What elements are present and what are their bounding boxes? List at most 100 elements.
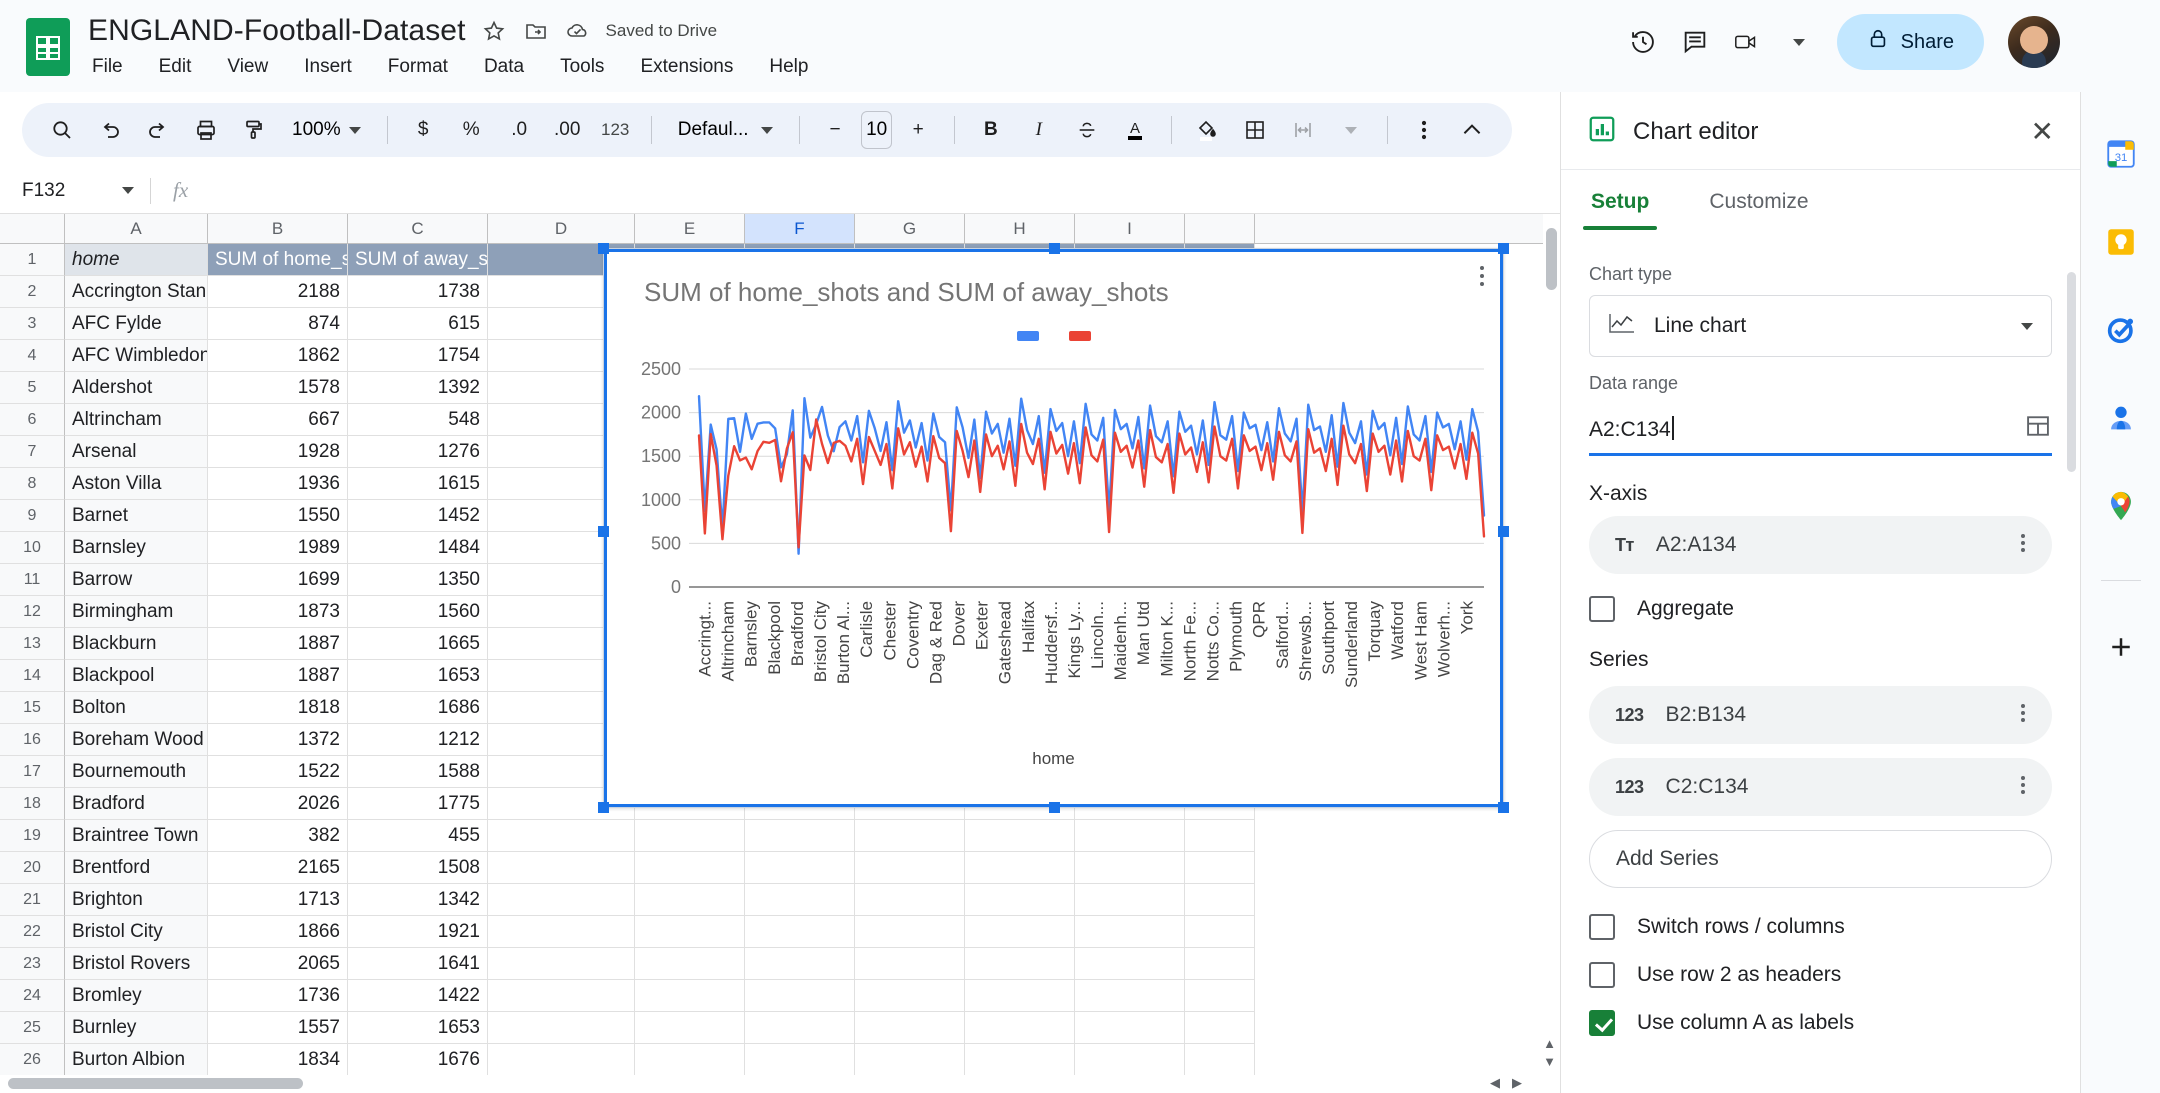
cell-j21[interactable] bbox=[1185, 884, 1255, 916]
row-header-8[interactable]: 8 bbox=[0, 468, 65, 500]
cell-b13[interactable]: 1887 bbox=[208, 628, 348, 660]
legend-swatch-home-shots[interactable] bbox=[1016, 331, 1039, 341]
cell-a21[interactable]: Brighton bbox=[65, 884, 208, 916]
version-history-icon[interactable] bbox=[1629, 28, 1657, 56]
comments-icon[interactable] bbox=[1681, 28, 1709, 56]
chart-line-series-2[interactable] bbox=[697, 418, 1486, 549]
column-header-i[interactable]: I bbox=[1075, 214, 1185, 243]
cell-b4[interactable]: 1862 bbox=[208, 340, 348, 372]
chart-more-options-icon[interactable] bbox=[1479, 265, 1485, 292]
move-to-folder-icon[interactable] bbox=[522, 17, 550, 45]
paint-format-icon[interactable] bbox=[232, 108, 276, 152]
cell-j24[interactable] bbox=[1185, 980, 1255, 1012]
switch-rows-columns-row[interactable]: Switch rows / columns bbox=[1589, 914, 2052, 940]
cell-a18[interactable]: Bradford bbox=[65, 788, 208, 820]
row-header-10[interactable]: 10 bbox=[0, 532, 65, 564]
cell-f20[interactable] bbox=[745, 852, 855, 884]
row-header-12[interactable]: 12 bbox=[0, 596, 65, 628]
resize-handle-ne[interactable] bbox=[1498, 243, 1509, 254]
menu-insert[interactable]: Insert bbox=[300, 54, 356, 80]
cell-a8[interactable]: Aston Villa bbox=[65, 468, 208, 500]
row-header-3[interactable]: 3 bbox=[0, 308, 65, 340]
use-row-2-headers-row[interactable]: Use row 2 as headers bbox=[1589, 962, 2052, 988]
close-icon[interactable]: ✕ bbox=[2031, 117, 2054, 146]
scroll-up-arrow[interactable]: ▲ bbox=[1543, 1036, 1556, 1051]
menu-view[interactable]: View bbox=[223, 54, 272, 80]
row-header-5[interactable]: 5 bbox=[0, 372, 65, 404]
maps-icon[interactable] bbox=[2099, 484, 2143, 528]
legend-swatch-away-shots[interactable] bbox=[1068, 331, 1091, 341]
scroll-right-arrow[interactable]: ▶ bbox=[1512, 1075, 1522, 1091]
italic-button[interactable]: I bbox=[1017, 108, 1061, 152]
print-icon[interactable] bbox=[184, 108, 228, 152]
cell-i23[interactable] bbox=[1075, 948, 1185, 980]
row-header-7[interactable]: 7 bbox=[0, 436, 65, 468]
row-header-23[interactable]: 23 bbox=[0, 948, 65, 980]
cell-f22[interactable] bbox=[745, 916, 855, 948]
cell-b22[interactable]: 1866 bbox=[208, 916, 348, 948]
tasks-icon[interactable] bbox=[2099, 308, 2143, 352]
share-button[interactable]: Share bbox=[1836, 14, 1984, 70]
vertical-scroll-thumb[interactable] bbox=[1546, 228, 1557, 290]
cell-b14[interactable]: 1887 bbox=[208, 660, 348, 692]
cell-j26[interactable] bbox=[1185, 1044, 1255, 1076]
cell-b11[interactable]: 1699 bbox=[208, 564, 348, 596]
cell-c19[interactable]: 455 bbox=[348, 820, 488, 852]
cell-f26[interactable] bbox=[745, 1044, 855, 1076]
cell-d26[interactable] bbox=[488, 1044, 635, 1076]
cell-c21[interactable]: 1342 bbox=[348, 884, 488, 916]
cell-a24[interactable]: Bromley bbox=[65, 980, 208, 1012]
data-range-field[interactable]: A2:C134 bbox=[1589, 404, 2052, 456]
cell-a9[interactable]: Barnet bbox=[65, 500, 208, 532]
row-header-19[interactable]: 19 bbox=[0, 820, 65, 852]
cell-c25[interactable]: 1653 bbox=[348, 1012, 488, 1044]
cell-i22[interactable] bbox=[1075, 916, 1185, 948]
cell-f24[interactable] bbox=[745, 980, 855, 1012]
cell-e23[interactable] bbox=[635, 948, 745, 980]
cell-a26[interactable]: Burton Albion bbox=[65, 1044, 208, 1076]
scroll-down-arrow[interactable]: ▼ bbox=[1543, 1054, 1556, 1069]
cell-c23[interactable]: 1641 bbox=[348, 948, 488, 980]
cell-a12[interactable]: Birmingham bbox=[65, 596, 208, 628]
cell-a7[interactable]: Arsenal bbox=[65, 436, 208, 468]
tab-setup[interactable]: Setup bbox=[1561, 170, 1679, 230]
row-header-15[interactable]: 15 bbox=[0, 692, 65, 724]
cell-b24[interactable]: 1736 bbox=[208, 980, 348, 1012]
cell-e20[interactable] bbox=[635, 852, 745, 884]
resize-handle-n[interactable] bbox=[1049, 243, 1060, 254]
cell-a3[interactable]: AFC Fylde bbox=[65, 308, 208, 340]
row-header-17[interactable]: 17 bbox=[0, 756, 65, 788]
resize-handle-sw[interactable] bbox=[598, 802, 609, 813]
use-column-a-labels-row[interactable]: Use column A as labels bbox=[1589, 1010, 2052, 1036]
add-series-button[interactable]: Add Series bbox=[1589, 830, 2052, 888]
cell-d23[interactable] bbox=[488, 948, 635, 980]
cell-c4[interactable]: 1754 bbox=[348, 340, 488, 372]
cell-b17[interactable]: 1522 bbox=[208, 756, 348, 788]
cell-h24[interactable] bbox=[965, 980, 1075, 1012]
cell-a11[interactable]: Barrow bbox=[65, 564, 208, 596]
cell-h19[interactable] bbox=[965, 820, 1075, 852]
menu-file[interactable]: File bbox=[88, 54, 127, 80]
undo-icon[interactable] bbox=[88, 108, 132, 152]
cell-i20[interactable] bbox=[1075, 852, 1185, 884]
cell-b3[interactable]: 874 bbox=[208, 308, 348, 340]
name-box[interactable]: F132 bbox=[0, 168, 150, 213]
cell-e19[interactable] bbox=[635, 820, 745, 852]
row-header-6[interactable]: 6 bbox=[0, 404, 65, 436]
cell-j25[interactable] bbox=[1185, 1012, 1255, 1044]
cell-b21[interactable]: 1713 bbox=[208, 884, 348, 916]
cell-a2[interactable]: Accrington Stanl bbox=[65, 276, 208, 308]
column-header-c[interactable]: C bbox=[348, 214, 488, 243]
increase-decimal-button[interactable]: .00 bbox=[545, 108, 589, 152]
cell-c26[interactable]: 1676 bbox=[348, 1044, 488, 1076]
cell-c7[interactable]: 1276 bbox=[348, 436, 488, 468]
cell-c13[interactable]: 1665 bbox=[348, 628, 488, 660]
series-2-options-icon[interactable] bbox=[2020, 775, 2026, 800]
cell-c8[interactable]: 1615 bbox=[348, 468, 488, 500]
menu-tools[interactable]: Tools bbox=[556, 54, 608, 80]
row-header-21[interactable]: 21 bbox=[0, 884, 65, 916]
cell-a17[interactable]: Bournemouth bbox=[65, 756, 208, 788]
cell-a1[interactable]: home bbox=[65, 244, 208, 276]
cell-g25[interactable] bbox=[855, 1012, 965, 1044]
cell-a14[interactable]: Blackpool bbox=[65, 660, 208, 692]
